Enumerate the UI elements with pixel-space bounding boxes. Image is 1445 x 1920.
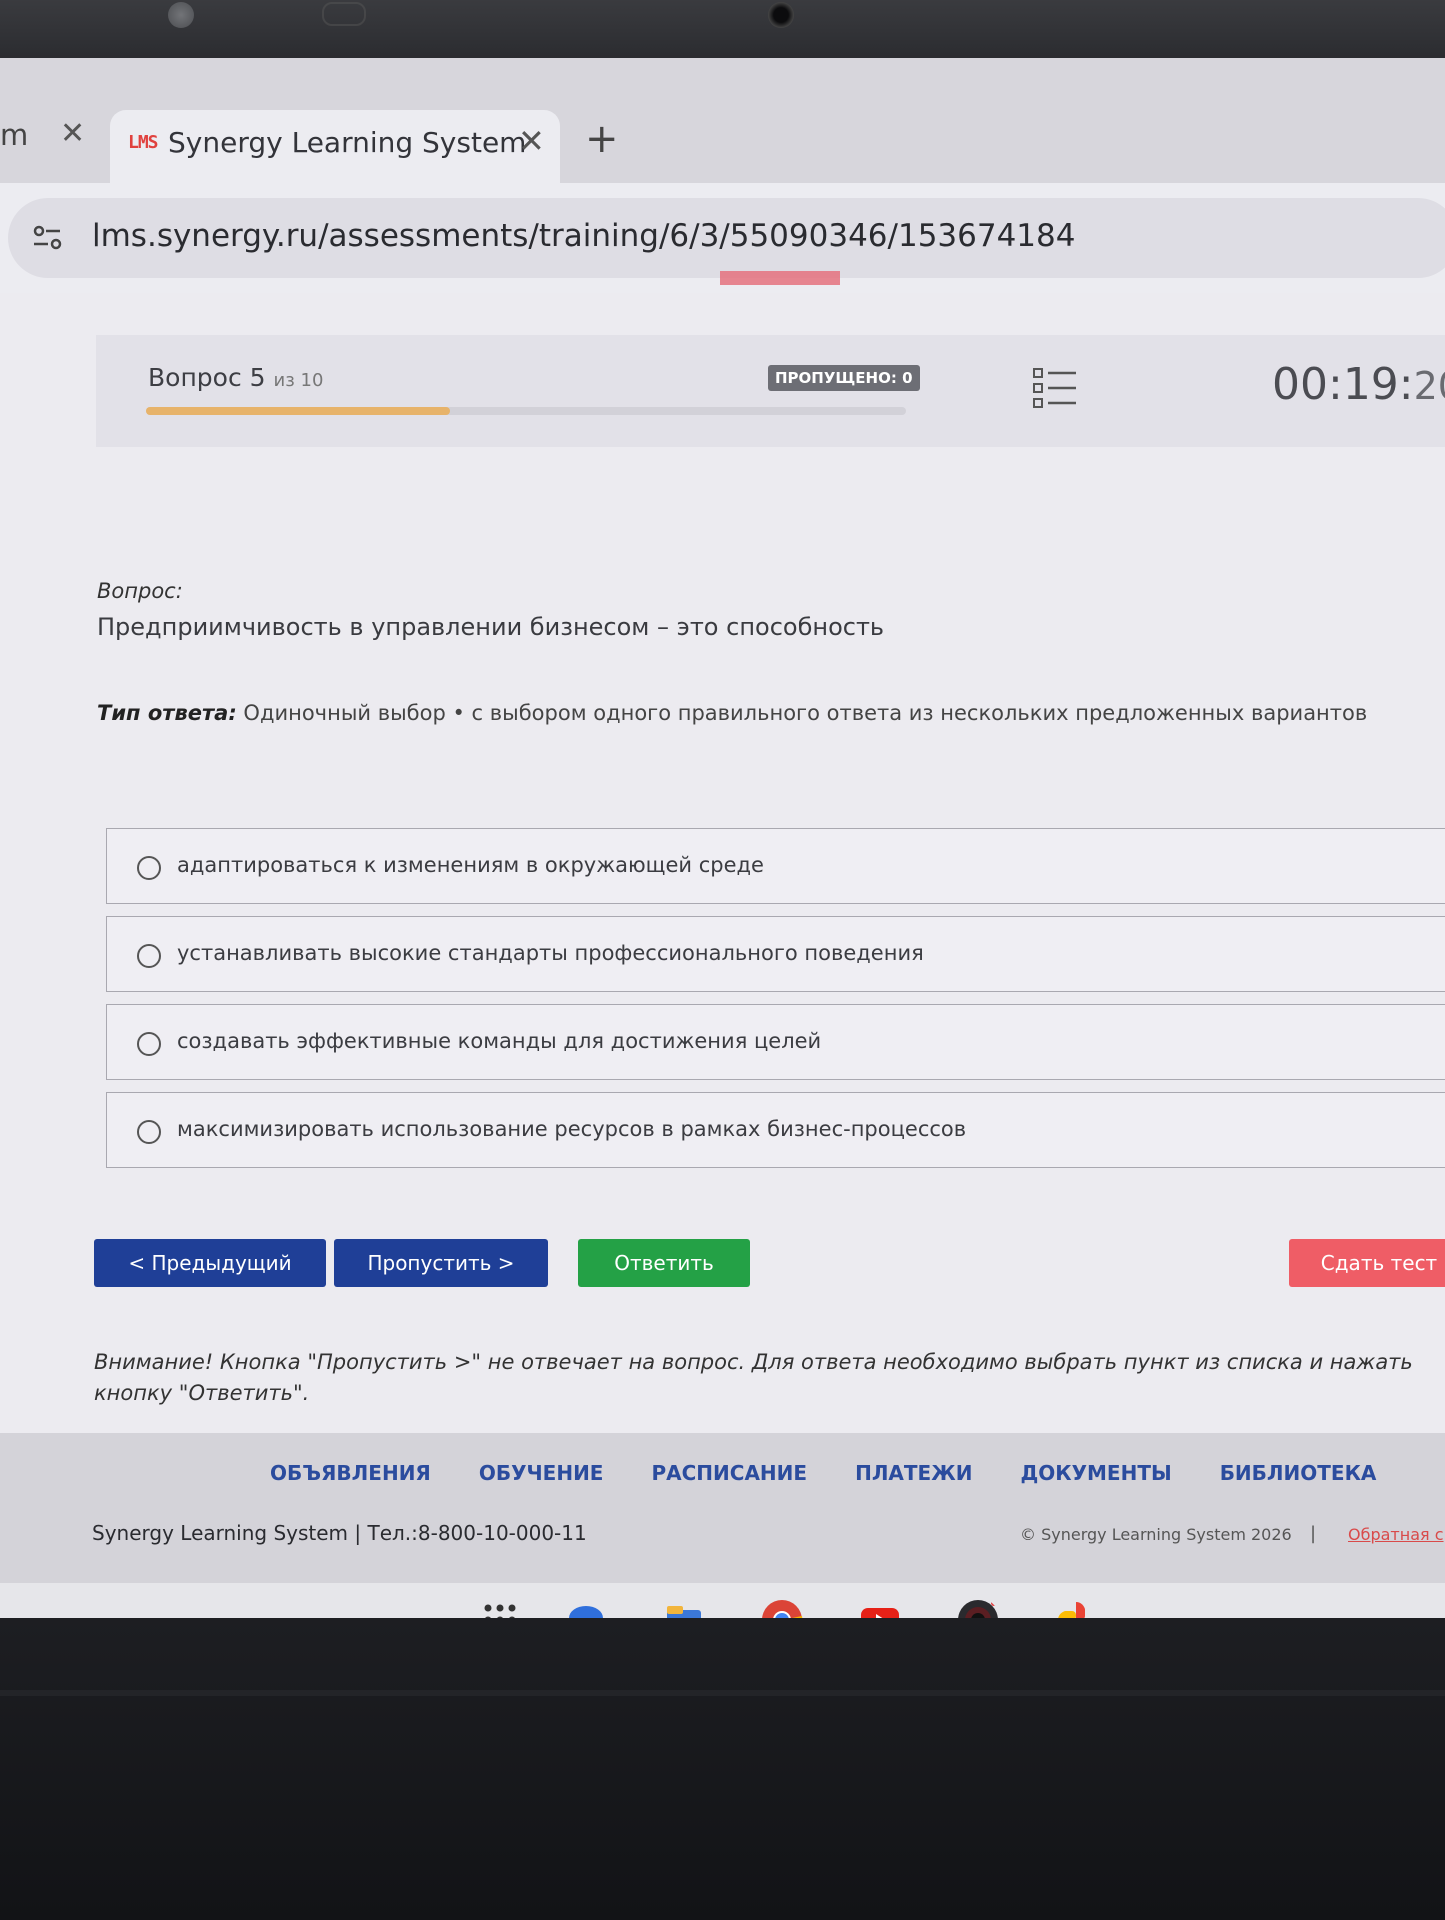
footer-nav: ОБЪЯВЛЕНИЯ ОБУЧЕНИЕ РАСПИСАНИЕ ПЛАТЕЖИ Д… (270, 1461, 1376, 1485)
page-title-fragment (720, 271, 840, 285)
question-total: из 10 (273, 370, 324, 391)
answer-option[interactable]: максимизировать использование ресурсов в… (106, 1092, 1445, 1168)
youtube-icon[interactable] (858, 1598, 902, 1618)
answer-type: Тип ответа: Одиночный выбор • с выбором … (97, 701, 1367, 725)
footer-link-announcements[interactable]: ОБЪЯВЛЕНИЯ (270, 1461, 431, 1485)
footer-separator: | (1310, 1523, 1317, 1544)
progress-bar (146, 407, 906, 415)
question-text: Предприимчивость в управлении бизнесом –… (97, 613, 885, 641)
previous-button[interactable]: < Предыдущий (94, 1239, 326, 1287)
radio-button[interactable] (137, 1120, 161, 1144)
tab-title: Synergy Learning System (168, 126, 527, 159)
screen: m ✕ LMS Synergy Learning System ✕ + lms.… (0, 58, 1445, 1618)
keyboard-edge (0, 1690, 1445, 1696)
skip-notice: Внимание! Кнопка "Пропустить >" не отвеч… (94, 1350, 1413, 1405)
answer-type-label: Тип ответа: (97, 701, 237, 725)
timer: 00:19:20 (1272, 359, 1445, 410)
chrome-icon[interactable] (760, 1598, 804, 1618)
sensor-icon (168, 2, 194, 28)
answer-option[interactable]: создавать эффективные команды для достиж… (106, 1004, 1445, 1080)
answer-option[interactable]: устанавливать высокие стандарты професси… (106, 916, 1445, 992)
feedback-link[interactable]: Обратная с (1348, 1525, 1444, 1544)
timer-seconds: 20 (1413, 364, 1445, 408)
radio-button[interactable] (137, 1032, 161, 1056)
answer-option-label: создавать эффективные команды для достиж… (177, 1029, 822, 1053)
question-heading: Вопрос: (97, 579, 183, 603)
messages-icon[interactable] (564, 1598, 608, 1618)
files-icon[interactable] (662, 1598, 706, 1618)
site-settings-icon[interactable] (30, 220, 66, 256)
close-icon[interactable]: ✕ (60, 116, 85, 151)
footer-link-payments[interactable]: ПЛАТЕЖИ (855, 1461, 972, 1485)
taskbar (0, 1583, 1445, 1618)
camera-icon[interactable] (956, 1598, 1000, 1618)
tab-previous[interactable]: m ✕ (0, 116, 85, 152)
radio-button[interactable] (137, 944, 161, 968)
answer-option-label: максимизировать использование ресурсов в… (177, 1117, 967, 1141)
question-number: Вопрос 5 (148, 363, 266, 392)
webcam-icon (768, 2, 794, 28)
timer-main: 00:19: (1272, 359, 1414, 410)
photos-icon[interactable] (1054, 1598, 1098, 1618)
footer: ОБЪЯВЛЕНИЯ ОБУЧЕНИЕ РАСПИСАНИЕ ПЛАТЕЖИ Д… (0, 1433, 1445, 1583)
question-list-icon[interactable] (1032, 367, 1078, 409)
footer-brand: Synergy Learning System | Тел.:8-800-10-… (92, 1521, 587, 1545)
answer-button[interactable]: Ответить (578, 1239, 750, 1287)
footer-link-schedule[interactable]: РАСПИСАНИЕ (651, 1461, 807, 1485)
question-status-panel: Вопрос 5 из 10 ПРОПУЩЕНО: 0 00:19:20 (96, 335, 1445, 447)
skipped-badge: ПРОПУЩЕНО: 0 (768, 365, 920, 391)
sensor-icon (322, 2, 366, 26)
progress-fill (146, 407, 450, 415)
laptop-bezel-bottom (0, 1618, 1445, 1920)
tab-strip: m ✕ LMS Synergy Learning System ✕ + (0, 58, 1445, 185)
answer-type-text: Одиночный выбор • с выбором одного прави… (236, 701, 1368, 725)
answer-option-label: устанавливать высокие стандарты професси… (177, 941, 924, 965)
tab-active[interactable]: LMS Synergy Learning System ✕ (110, 110, 560, 185)
laptop-bezel-top (0, 0, 1445, 58)
footer-copyright: © Synergy Learning System 2026 (1020, 1525, 1292, 1544)
answer-option[interactable]: адаптироваться к изменениям в окружающей… (106, 828, 1445, 904)
close-icon[interactable]: ✕ (518, 122, 545, 160)
question-counter: Вопрос 5 из 10 (148, 363, 323, 392)
url-text[interactable]: lms.synergy.ru/assessments/training/6/3/… (92, 218, 1075, 254)
answer-option-label: адаптироваться к изменениям в окружающей… (177, 853, 764, 877)
footer-link-library[interactable]: БИБЛИОТЕКА (1220, 1461, 1377, 1485)
tab-previous-title: m (0, 118, 29, 152)
lms-page: Вопрос 5 из 10 ПРОПУЩЕНО: 0 00:19:20 Воп… (0, 271, 1445, 1583)
submit-test-button[interactable]: Сдать тест (1289, 1239, 1445, 1287)
footer-link-learning[interactable]: ОБУЧЕНИЕ (479, 1461, 604, 1485)
lms-logo-icon: LMS (128, 132, 158, 153)
radio-button[interactable] (137, 856, 161, 880)
skip-button[interactable]: Пропустить > (334, 1239, 548, 1287)
launcher-icon[interactable] (478, 1598, 522, 1618)
url-field[interactable]: lms.synergy.ru/assessments/training/6/3/… (8, 198, 1445, 278)
footer-link-documents[interactable]: ДОКУМЕНТЫ (1020, 1461, 1171, 1485)
new-tab-icon[interactable]: + (585, 116, 619, 162)
